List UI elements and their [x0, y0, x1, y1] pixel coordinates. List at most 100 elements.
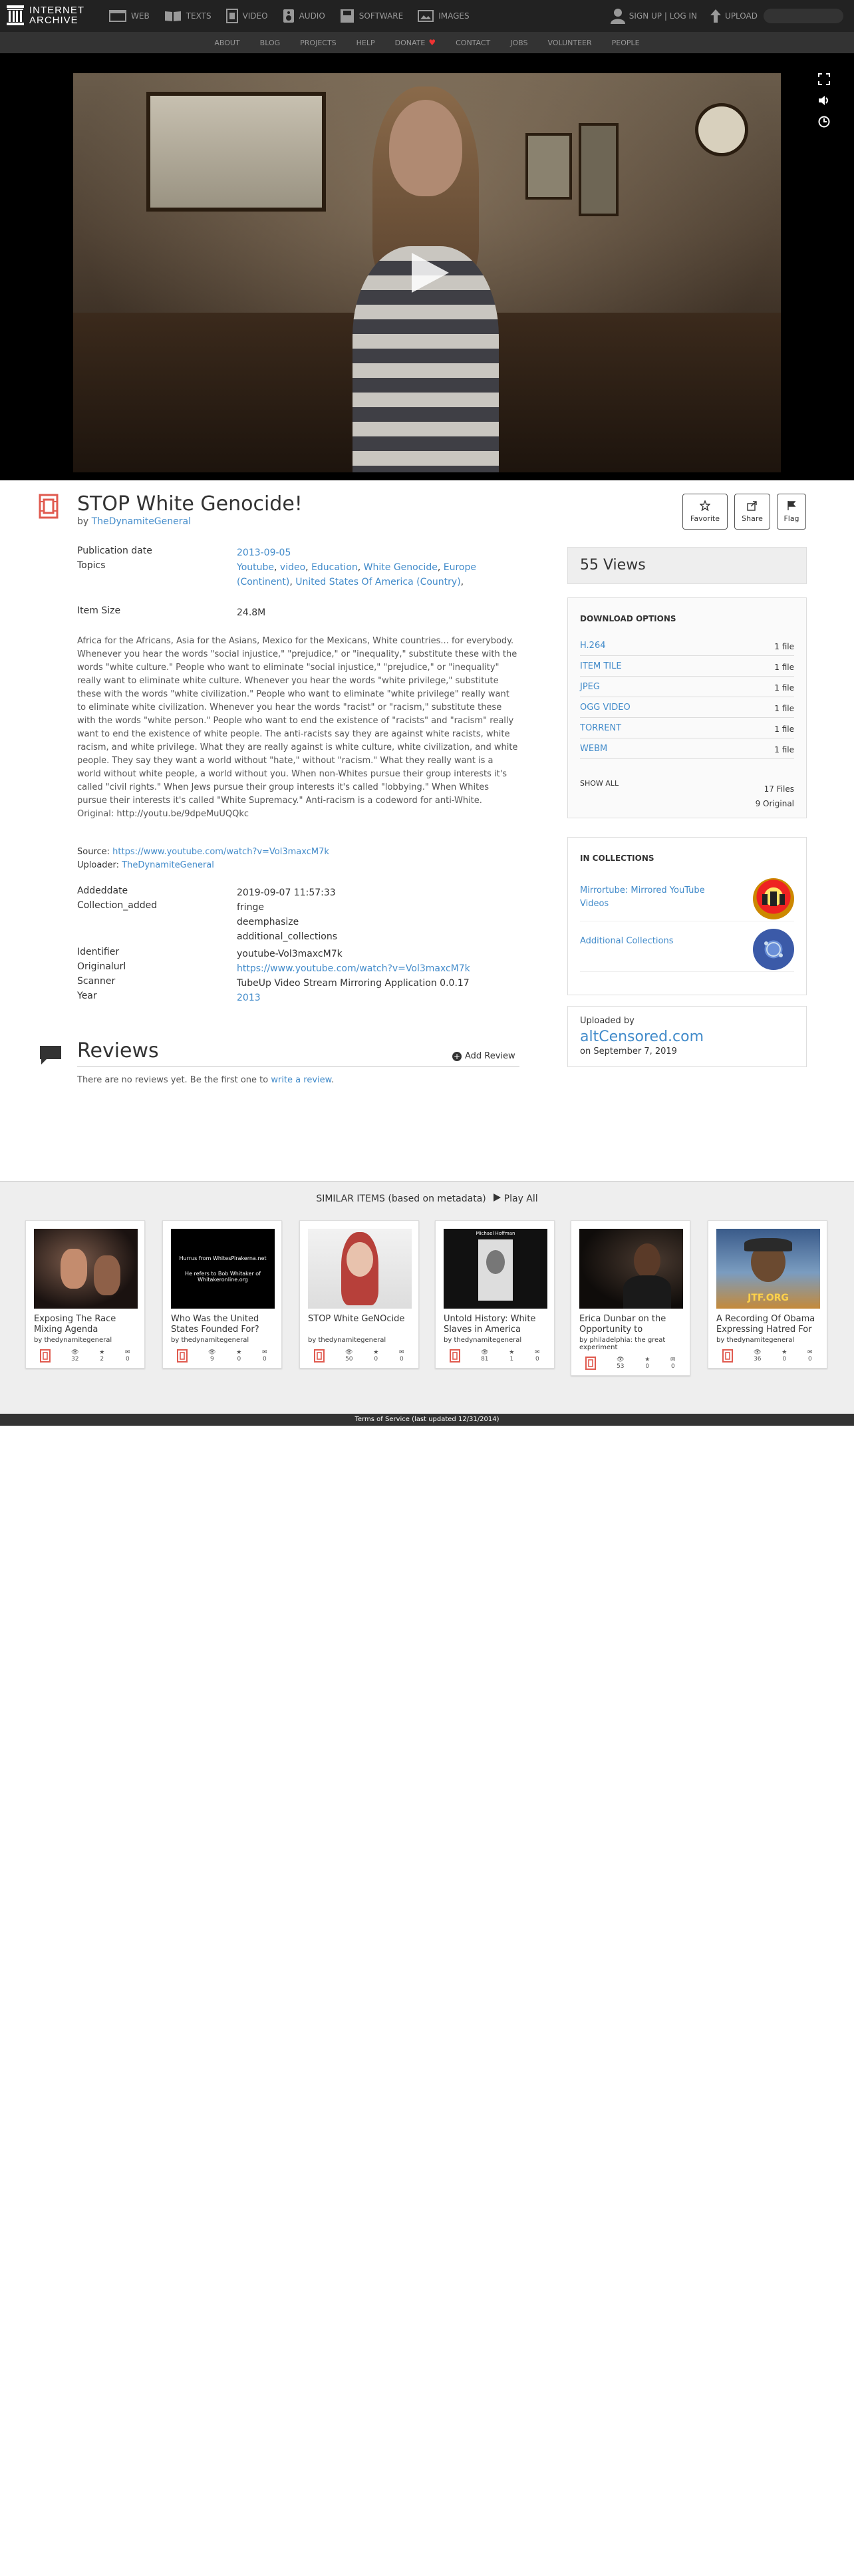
- card-title: Who Was the United States Founded For?: [171, 1314, 259, 1335]
- flag-button[interactable]: Flag: [777, 494, 806, 530]
- internet-archive-logo[interactable]: INTERNET ARCHIVE: [7, 5, 84, 25]
- source-line: Source: https://www.youtube.com/watch?v=…: [77, 847, 329, 857]
- source-link[interactable]: https://www.youtube.com/watch?v=Vol3maxc…: [112, 847, 329, 857]
- reviews-icon: [40, 1046, 61, 1064]
- fullscreen-icon[interactable]: [818, 73, 830, 85]
- volume-icon[interactable]: [818, 94, 830, 106]
- reviews-count-icon: ✉: [535, 1349, 540, 1356]
- nav-web[interactable]: WEB: [109, 10, 150, 22]
- play-icon: [494, 1194, 501, 1202]
- download-row[interactable]: TORRENT 1 file: [580, 718, 794, 738]
- card-thumbnail: JTF.ORG: [716, 1229, 820, 1309]
- favorites-icon: ★: [782, 1349, 787, 1356]
- share-button[interactable]: Share: [734, 494, 770, 530]
- topic-link[interactable]: United States Of America (Country): [295, 577, 460, 587]
- download-row[interactable]: H.264 1 file: [580, 635, 794, 656]
- heart-icon: ♥: [428, 38, 436, 47]
- card-thumbnail: [34, 1229, 138, 1309]
- logo-line-1: INTERNET: [29, 5, 84, 16]
- card-thumbnail: [579, 1229, 683, 1309]
- video-frame-clock: [695, 103, 748, 156]
- card-title: STOP White GeNOcide: [308, 1314, 405, 1324]
- subnav-contact[interactable]: CONTACT: [456, 39, 490, 47]
- subnav-volunteer[interactable]: VOLUNTEER: [548, 39, 592, 47]
- similar-item-card[interactable]: Erica Dunbar on the Opportunity to by ph…: [571, 1220, 690, 1376]
- uploader-name-link[interactable]: altCensored.com: [580, 1029, 794, 1045]
- sign-in-link[interactable]: SIGN UP | LOG IN: [610, 8, 697, 24]
- movie-film-icon: [722, 1349, 734, 1363]
- star-icon: [700, 500, 710, 511]
- collection-thumbnail: [753, 878, 794, 919]
- card-thumbnail: Michael Hoffman: [444, 1229, 547, 1309]
- card-thumbnail: [308, 1229, 412, 1309]
- play-icon[interactable]: [410, 251, 450, 294]
- similar-item-card[interactable]: JTF.ORG A Recording Of Obama Expressing …: [708, 1220, 827, 1368]
- item-byline: by TheDynamiteGeneral: [77, 516, 191, 527]
- download-options-panel: DOWNLOAD OPTIONS H.264 1 file ITEM TILE 1 …: [567, 597, 807, 818]
- divider: [77, 1066, 519, 1067]
- download-row[interactable]: OGG VIDEO 1 file: [580, 697, 794, 718]
- download-row[interactable]: WEBM 1 file: [580, 738, 794, 759]
- files-original: 9 Original: [755, 799, 794, 808]
- collections-heading: IN COLLECTIONS: [580, 854, 654, 863]
- download-row[interactable]: JPEG 1 file: [580, 677, 794, 697]
- similar-item-card[interactable]: Michael Hoffman Untold History: White Sl…: [435, 1220, 555, 1368]
- top-navigation: INTERNET ARCHIVE WEB TEXTS VIDEO AUDIO S…: [0, 0, 854, 32]
- similar-item-card[interactable]: STOP White GeNOcide by thedynamitegenera…: [299, 1220, 419, 1368]
- files-total[interactable]: 17 Files: [764, 784, 794, 794]
- year-link[interactable]: 2013: [237, 993, 261, 1003]
- topic-link[interactable]: Education: [311, 562, 358, 573]
- software-icon: [340, 9, 354, 23]
- nav-images[interactable]: IMAGES: [418, 10, 470, 22]
- reviews-count-icon: ✉: [399, 1349, 404, 1356]
- video-player[interactable]: [73, 73, 781, 472]
- show-all-link[interactable]: SHOW ALL: [580, 779, 619, 788]
- similar-items-section: SIMILAR ITEMS (based on metadata) Play A…: [0, 1181, 854, 1420]
- subnav-people[interactable]: PEOPLE: [612, 39, 640, 47]
- favorite-button[interactable]: Favorite: [682, 494, 728, 530]
- subnav-about[interactable]: ABOUT: [214, 39, 239, 47]
- topic-link[interactable]: White Genocide: [364, 562, 438, 573]
- card-thumbnail: Hurrus from WhitesPirakerna.net He refer…: [171, 1229, 275, 1309]
- item-description: Africa for the Africans, Asia for the As…: [77, 636, 518, 819]
- nav-software[interactable]: SOFTWARE: [340, 9, 403, 23]
- uploader-link[interactable]: TheDynamiteGeneral: [122, 860, 214, 870]
- subnav-jobs[interactable]: JOBS: [510, 39, 527, 47]
- nav-audio[interactable]: AUDIO: [283, 9, 325, 23]
- views-icon: 👁: [481, 1349, 489, 1356]
- footer-terms-link[interactable]: Terms of Service (last updated 12/31/201…: [0, 1414, 854, 1426]
- subnav-help[interactable]: HELP: [356, 39, 375, 47]
- topic-link[interactable]: Youtube: [237, 562, 274, 573]
- download-row[interactable]: ITEM TILE 1 file: [580, 656, 794, 677]
- originalurl-link[interactable]: https://www.youtube.com/watch?v=Vol3maxc…: [237, 963, 470, 974]
- search-input[interactable]: [764, 9, 843, 23]
- creator-link[interactable]: TheDynamiteGeneral: [92, 516, 191, 527]
- nav-texts[interactable]: TEXTS: [164, 10, 212, 22]
- texts-icon: [164, 11, 181, 21]
- collections-panel: IN COLLECTIONS Mirrortube: Mirrored YouT…: [567, 837, 807, 995]
- play-all-button[interactable]: Play All: [493, 1194, 538, 1204]
- nav-video[interactable]: VIDEO: [225, 9, 268, 23]
- similar-item-card[interactable]: Exposing The Race Mixing Agenda by thedy…: [25, 1220, 145, 1368]
- views-icon: 👁: [754, 1349, 762, 1356]
- upload-link[interactable]: UPLOAD: [710, 9, 758, 23]
- subnav-donate[interactable]: DONATE ♥: [395, 38, 436, 47]
- reviews-heading: Reviews: [77, 1039, 159, 1062]
- item-title: STOP White Genocide!: [77, 492, 303, 516]
- collection-row[interactable]: Mirrortube: Mirrored YouTube Videos: [580, 875, 794, 921]
- card-byline: by thedynamitegeneral: [444, 1337, 522, 1344]
- card-title: Erica Dunbar on the Opportunity to: [579, 1314, 666, 1335]
- add-review-button[interactable]: + Add Review: [452, 1051, 515, 1061]
- subnav-projects[interactable]: PROJECTS: [300, 39, 337, 47]
- clock-icon[interactable]: [818, 116, 830, 128]
- subnav-blog[interactable]: BLOG: [260, 39, 280, 47]
- secondary-nav: ABOUT BLOG PROJECTS HELP DONATE ♥ CONTACT…: [0, 32, 854, 53]
- upload-icon: [710, 9, 722, 23]
- collection-row[interactable]: Additional Collections: [580, 925, 794, 972]
- write-review-link[interactable]: write a review: [271, 1075, 331, 1085]
- collection-thumbnail: [753, 929, 794, 970]
- similar-item-card[interactable]: Hurrus from WhitesPirakerna.net He refer…: [162, 1220, 282, 1368]
- reviews-count-icon: ✉: [807, 1349, 813, 1356]
- topic-link[interactable]: video: [280, 562, 305, 573]
- pubdate-link[interactable]: 2013-09-05: [237, 548, 291, 558]
